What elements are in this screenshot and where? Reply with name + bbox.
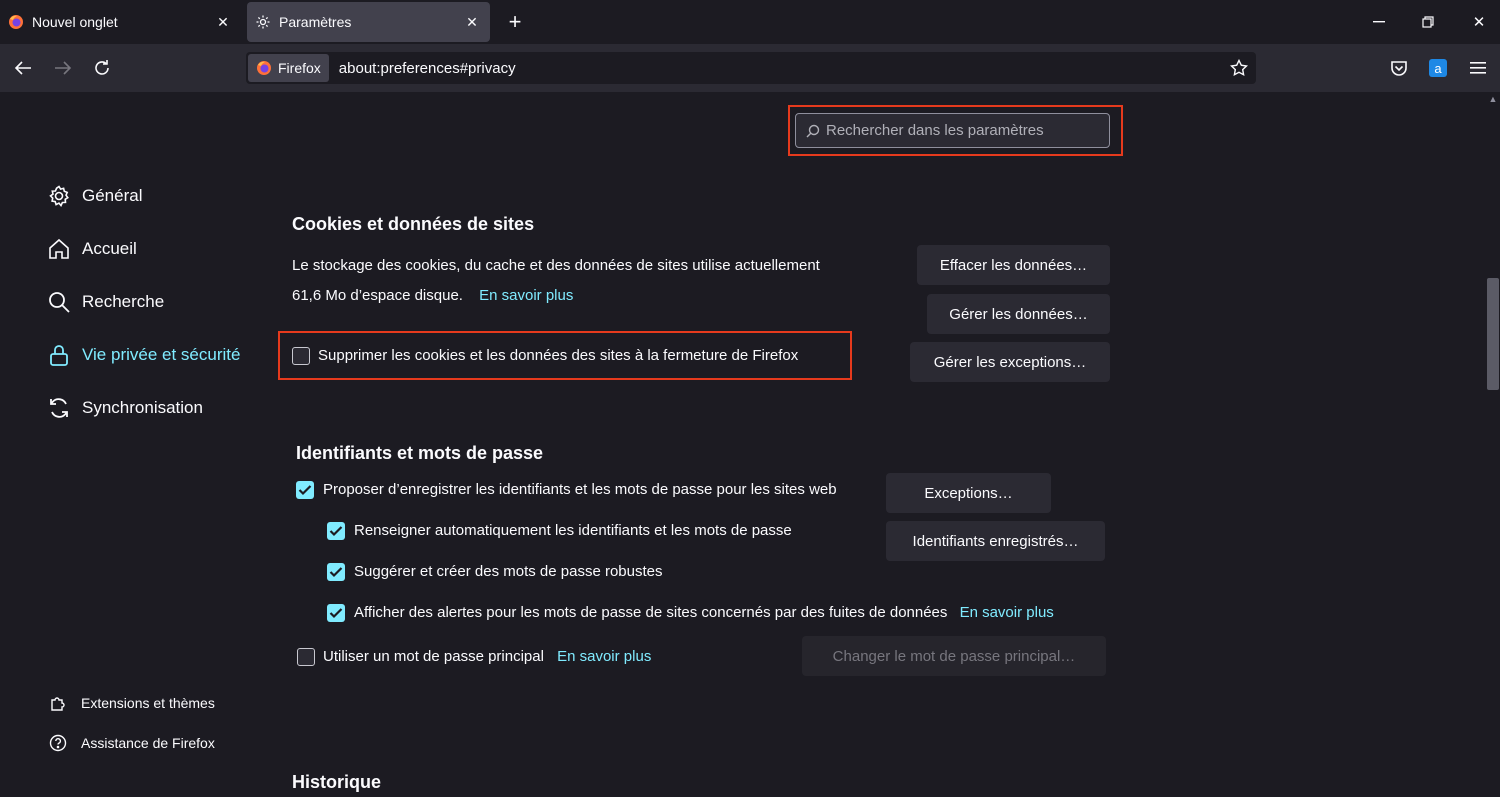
sidebar-item-search[interactable]: Recherche — [46, 289, 164, 315]
autofill-logins-label[interactable]: Renseigner automatiquement les identifia… — [354, 522, 792, 539]
sidebar-item-label: Général — [82, 186, 143, 205]
identity-box[interactable]: Firefox — [248, 54, 329, 82]
check-icon — [329, 567, 343, 578]
manage-exceptions-button[interactable]: Gérer les exceptions… — [910, 342, 1110, 382]
primary-password-label[interactable]: Utiliser un mot de passe principal — [323, 648, 544, 665]
sidebar-extensions-link[interactable]: Extensions et thèmes — [48, 693, 215, 713]
search-icon — [46, 289, 72, 315]
new-tab-button[interactable]: + — [503, 9, 527, 34]
tab-label: Paramètres — [279, 14, 352, 30]
sidebar-help-link[interactable]: Assistance de Firefox — [48, 733, 215, 753]
close-icon[interactable]: ✕ — [460, 10, 484, 34]
sidebar-foot-label: Assistance de Firefox — [81, 735, 215, 751]
cookies-heading: Cookies et données de sites — [292, 214, 535, 234]
change-primary-password-button[interactable]: Changer le mot de passe principal… — [802, 636, 1106, 676]
scroll-up-arrow-icon[interactable]: ▲ — [1488, 94, 1498, 104]
breach-learn-more-link[interactable]: En savoir plus — [960, 604, 1054, 621]
cookies-usage: 61,6 Mo d’espace disque. En savoir plus — [292, 287, 573, 304]
restore-button[interactable] — [1413, 8, 1443, 36]
url-text[interactable]: about:preferences#privacy — [339, 60, 516, 77]
preferences-content: Rechercher dans les paramètres Général A… — [0, 92, 1500, 797]
sidebar-item-general[interactable]: Général — [46, 183, 142, 209]
check-icon — [329, 526, 343, 537]
svg-text:a: a — [1434, 61, 1442, 76]
breach-alerts-label[interactable]: Afficher des alertes pour les mots de pa… — [354, 604, 947, 621]
tab-settings[interactable]: Paramètres ✕ — [247, 2, 490, 42]
scrollbar-thumb[interactable] — [1487, 278, 1499, 390]
offer-save-logins-checkbox[interactable] — [296, 481, 314, 499]
navigation-toolbar: Firefox about:preferences#privacy a — [0, 44, 1500, 92]
extension-icon[interactable]: a — [1427, 57, 1449, 79]
sidebar-item-home[interactable]: Accueil — [46, 236, 137, 262]
clear-data-button[interactable]: Effacer les données… — [917, 245, 1110, 285]
forward-button[interactable] — [49, 54, 77, 82]
sidebar-item-sync[interactable]: Synchronisation — [46, 395, 203, 421]
primary-password-learn-more-link[interactable]: En savoir plus — [557, 648, 651, 665]
back-button[interactable] — [9, 54, 37, 82]
pocket-icon[interactable] — [1388, 57, 1410, 79]
manage-data-button[interactable]: Gérer les données… — [927, 294, 1110, 334]
gear-icon — [255, 14, 271, 30]
suggest-passwords-label[interactable]: Suggérer et créer des mots de passe robu… — [354, 563, 663, 580]
sidebar-item-label: Recherche — [82, 292, 165, 311]
autofill-logins-checkbox[interactable] — [327, 522, 345, 540]
search-placeholder: Rechercher dans les paramètres — [826, 122, 1044, 139]
lock-icon — [46, 342, 72, 368]
home-icon — [46, 236, 72, 262]
tab-label: Nouvel onglet — [32, 14, 118, 30]
sidebar-item-label: Vie privée et sécurité — [82, 345, 241, 364]
gear-icon — [46, 183, 72, 209]
identity-label: Firefox — [278, 60, 321, 76]
tab-bar: Nouvel onglet ✕ Paramètres ✕ + ✕ — [0, 0, 1500, 44]
primary-password-row: Utiliser un mot de passe principal En sa… — [323, 648, 651, 665]
logins-exceptions-button[interactable]: Exceptions… — [886, 473, 1051, 513]
delete-cookies-on-close-label[interactable]: Supprimer les cookies et les données des… — [318, 347, 798, 364]
sync-icon — [46, 395, 72, 421]
breach-alerts-row: Afficher des alertes pour les mots de pa… — [354, 604, 1054, 621]
url-bar[interactable]: Firefox about:preferences#privacy — [246, 52, 1256, 84]
sidebar-item-privacy[interactable]: Vie privée et sécurité — [46, 342, 240, 368]
firefox-icon — [8, 14, 24, 30]
cookies-description: Le stockage des cookies, du cache et des… — [292, 257, 820, 274]
search-icon — [806, 124, 820, 138]
help-icon — [48, 733, 68, 753]
close-window-button[interactable]: ✕ — [1464, 8, 1494, 36]
sidebar-item-label: Synchronisation — [82, 398, 203, 417]
close-icon[interactable]: ✕ — [211, 10, 235, 34]
search-input[interactable]: Rechercher dans les paramètres — [795, 113, 1110, 148]
tab-new-tab[interactable]: Nouvel onglet ✕ — [0, 2, 241, 42]
check-icon — [298, 485, 312, 496]
menu-icon[interactable] — [1467, 57, 1489, 79]
sidebar-foot-label: Extensions et thèmes — [81, 695, 215, 711]
suggest-passwords-checkbox[interactable] — [327, 563, 345, 581]
delete-cookies-on-close-checkbox[interactable] — [292, 347, 310, 365]
minimize-button[interactable] — [1364, 8, 1394, 36]
reload-button[interactable] — [88, 54, 116, 82]
saved-logins-button[interactable]: Identifiants enregistrés… — [886, 521, 1105, 561]
history-heading: Historique — [292, 772, 382, 792]
sidebar-item-label: Accueil — [82, 239, 137, 258]
cookies-learn-more-link[interactable]: En savoir plus — [479, 287, 573, 304]
star-icon[interactable] — [1228, 57, 1250, 79]
scrollbar[interactable]: ▲ — [1486, 92, 1500, 797]
firefox-icon — [256, 60, 272, 76]
cookies-usage-text: 61,6 Mo d’espace disque. — [292, 287, 463, 304]
offer-save-logins-label[interactable]: Proposer d’enregistrer les identifiants … — [323, 481, 837, 498]
check-icon — [329, 608, 343, 619]
breach-alerts-checkbox[interactable] — [327, 604, 345, 622]
logins-heading: Identifiants et mots de passe — [296, 443, 544, 463]
primary-password-checkbox[interactable] — [297, 648, 315, 666]
puzzle-icon — [48, 693, 68, 713]
